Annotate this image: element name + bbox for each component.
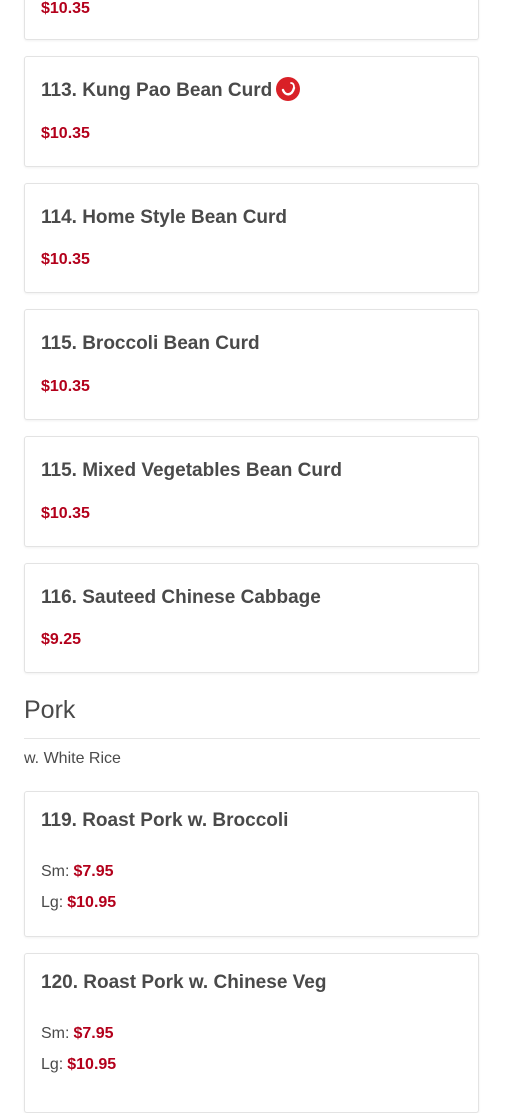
menu-item-card[interactable]: 115. Broccoli Bean Curd $10.35 <box>24 309 479 420</box>
item-name: 114. Home Style Bean Curd <box>41 207 288 228</box>
size-price-small: Sm: $7.95 <box>41 863 114 881</box>
chili-pepper-icon <box>276 77 301 101</box>
item-price: $10.35 <box>41 125 90 142</box>
section-divider <box>24 738 480 739</box>
size-price-small: Sm: $7.95 <box>41 1025 114 1043</box>
section-title: Pork <box>24 696 76 724</box>
size-price-large: Lg: $10.95 <box>41 1056 116 1074</box>
item-name: 119. Roast Pork w. Broccoli <box>41 810 289 831</box>
size-label: Sm: <box>41 1025 70 1042</box>
size-price-large: Lg: $10.95 <box>41 894 116 912</box>
item-name: 113. Kung Pao Bean Curd <box>41 80 273 101</box>
size-label: Sm: <box>41 863 70 880</box>
menu-item-card[interactable]: 120. Roast Pork w. Chinese Veg Sm: $7.95 … <box>24 953 479 1113</box>
size-price: $10.95 <box>67 894 117 911</box>
size-price: $7.95 <box>73 863 114 880</box>
item-name: 115. Broccoli Bean Curd <box>41 333 260 354</box>
menu-item-card[interactable]: 116. Sauteed Chinese Cabbage $9.25 <box>24 563 479 673</box>
item-name: 115. Mixed Vegetables Bean Curd <box>41 460 342 481</box>
item-price: $9.25 <box>41 631 82 648</box>
item-price: $10.35 <box>41 505 90 522</box>
menu-item-card[interactable]: 115. Mixed Vegetables Bean Curd $10.35 <box>24 436 479 547</box>
section-description: w. White Rice <box>24 750 121 767</box>
item-price: $10.35 <box>41 251 90 268</box>
size-price: $7.95 <box>73 1025 114 1042</box>
menu-item-card[interactable]: 113. Kung Pao Bean Curd $10.35 <box>24 56 479 167</box>
size-label: Lg: <box>41 894 64 911</box>
size-price: $10.95 <box>67 1056 117 1073</box>
menu-item-card-partial[interactable]: $10.35 <box>24 0 479 40</box>
menu-item-card[interactable]: 114. Home Style Bean Curd $10.35 <box>24 183 479 293</box>
item-title: 113. Kung Pao Bean Curd <box>41 77 301 103</box>
item-name: 120. Roast Pork w. Chinese Veg <box>41 972 327 993</box>
item-name: 116. Sauteed Chinese Cabbage <box>41 587 321 608</box>
size-label: Lg: <box>41 1056 64 1073</box>
item-price: $10.35 <box>41 378 90 395</box>
menu-item-card[interactable]: 119. Roast Pork w. Broccoli Sm: $7.95 Lg:… <box>24 791 479 937</box>
item-price: $10.35 <box>41 0 90 17</box>
